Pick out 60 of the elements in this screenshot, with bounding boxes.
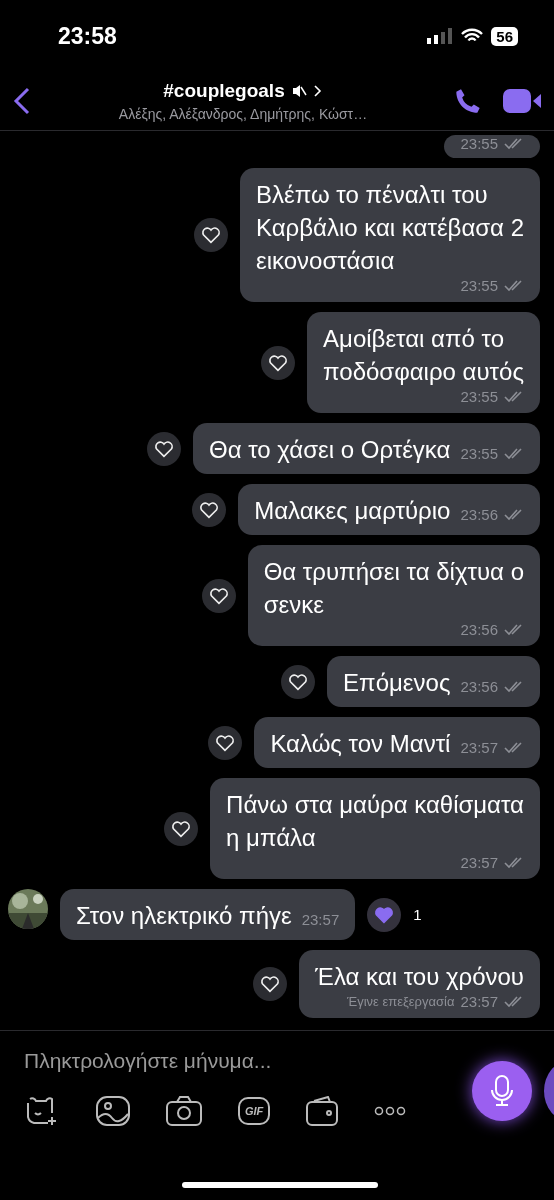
back-icon[interactable] [12, 86, 32, 116]
like-button[interactable] [208, 725, 243, 760]
gif-button[interactable]: GIF [238, 1097, 271, 1125]
battery-level: 56 [491, 26, 518, 46]
message-time: 23:56 [460, 506, 498, 523]
message-time: 23:55 [460, 277, 498, 294]
message-time: 23:55 [460, 135, 498, 152]
edited-label: Έγινε επεξεργασία [346, 994, 455, 1009]
gallery-icon[interactable] [96, 1096, 130, 1126]
chevron-icon [312, 84, 323, 98]
message-text: Επόμενος [343, 668, 451, 698]
like-button[interactable] [281, 664, 316, 699]
read-ticks-icon [504, 279, 524, 292]
message-text: Θα το χάσει ο Ορτέγκα [209, 435, 451, 465]
more-icon[interactable] [374, 1106, 407, 1116]
message-time: 23:55 [460, 388, 498, 405]
clock: 23:58 [58, 22, 117, 50]
microphone-icon [490, 1075, 514, 1107]
phone-icon[interactable] [454, 87, 482, 115]
like-button[interactable] [192, 492, 227, 527]
message-time: 23:56 [460, 678, 498, 695]
signal-icon [427, 28, 454, 44]
message-input[interactable]: Πληκτρολογήστε μήνυμα... [24, 1049, 444, 1073]
read-ticks-icon [504, 856, 524, 869]
like-button[interactable] [253, 967, 288, 1001]
chat-title[interactable]: #couplegoals [163, 80, 285, 102]
message-text: Θα τρυπήσει τα δίχτυα ο σενκε [263, 557, 524, 620]
message-text: Καλώς τον Μαντί [270, 729, 451, 759]
camera-icon[interactable] [166, 1096, 202, 1126]
read-ticks-icon [504, 995, 524, 1008]
like-button[interactable] [261, 345, 296, 380]
message-text: Μαλακες μαρτύριο [254, 496, 451, 526]
read-ticks-icon [504, 623, 524, 636]
message-time: 23:56 [460, 621, 498, 638]
message-text: Έλα και του χρόνου [315, 962, 524, 992]
member-list: Αλέξης, Αλέξανδρος, Δημήτρης, Κώστ… [118, 106, 368, 122]
like-button[interactable] [201, 578, 236, 613]
like-button[interactable] [194, 218, 228, 252]
like-button[interactable] [164, 811, 199, 846]
read-ticks-icon [504, 137, 524, 150]
read-ticks-icon [504, 390, 524, 403]
like-button[interactable] [147, 431, 181, 466]
message-text: Στον ηλεκτρικό πήγε [76, 901, 292, 931]
read-ticks-icon [504, 508, 524, 521]
message-time: 23:57 [301, 911, 340, 928]
message-text: Αμοίβεται από το ποδόσφαιρο αυτός [323, 324, 524, 387]
like-count: 1 [413, 906, 422, 923]
message-text: Βλέπω το πέναλτι του Καρβάλιο και κατέβασα 2 εικονοστάσια [256, 180, 524, 276]
message-text: Πάνω στα μαύρα καθίσματα η μπάλα [226, 790, 524, 853]
wallet-icon[interactable] [306, 1096, 339, 1126]
read-ticks-icon [504, 447, 524, 460]
video-icon[interactable] [502, 86, 542, 116]
read-ticks-icon [504, 741, 524, 754]
microphone-button[interactable] [472, 1061, 532, 1121]
wifi-icon [461, 28, 484, 44]
message-time: 23:57 [460, 993, 498, 1010]
read-ticks-icon [504, 680, 524, 693]
message-time: 23:57 [460, 739, 498, 756]
message-time: 23:57 [460, 854, 498, 871]
message-time: 23:55 [460, 445, 498, 462]
